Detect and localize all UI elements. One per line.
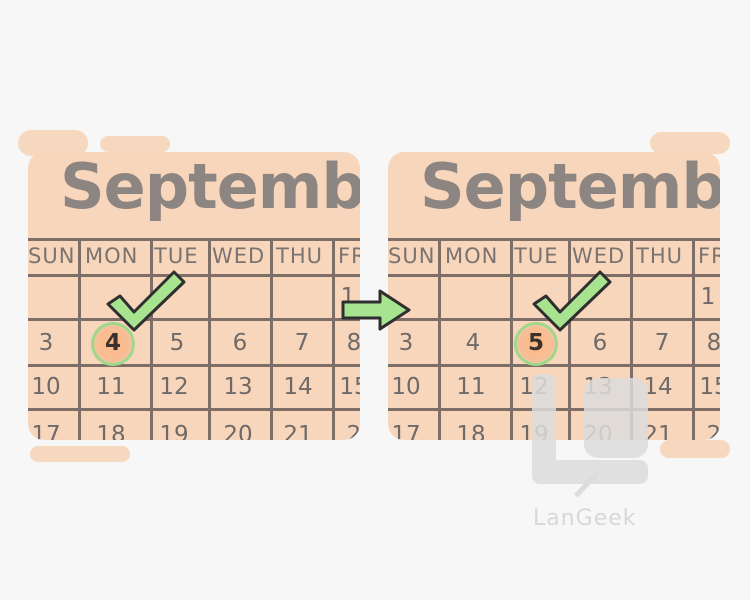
brush-stroke [660,440,730,458]
day-sun: SUN [28,244,76,268]
day-sun: SUN [388,244,436,268]
checkmark-icon [106,270,186,332]
date-10: 10 [391,374,421,400]
day-mon: MON [445,244,499,268]
date-10: 10 [31,374,61,400]
calendar-before: Septembe SUN MON TUE WED THU FR 1 3 4 5 … [28,152,360,440]
date-19: 19 [159,422,189,440]
day-fri: FR [698,244,720,268]
date-17: 17 [31,422,61,440]
date-8: 8 [706,330,720,356]
day-wed: WED [572,244,626,268]
date-13: 13 [223,374,253,400]
date-7: 7 [294,330,310,356]
date-21: 21 [283,422,313,440]
month-title: Septembe [60,152,360,223]
date-14: 14 [283,374,313,400]
date-17: 17 [391,422,421,440]
day-thu: THU [636,244,683,268]
brush-stroke [650,132,730,154]
date-6: 6 [232,330,248,356]
brush-stroke [100,136,170,152]
date-18: 18 [456,422,486,440]
date-1: 1 [700,284,716,310]
calendar-grid: SUN MON TUE WED THU FR 1 3 4 5 6 7 8 10 … [28,230,360,440]
date-12: 12 [159,374,189,400]
brush-stroke [30,446,130,462]
day-fri: FR [338,244,360,268]
date-18: 18 [96,422,126,440]
date-3: 3 [398,330,414,356]
day-mon: MON [85,244,139,268]
date-15: 15 [699,374,720,400]
date-11: 11 [96,374,126,400]
date-3: 3 [38,330,54,356]
date-20: 20 [223,422,253,440]
day-tue: TUE [514,244,559,268]
brand-name: LanGeek [533,506,637,531]
month-title: Septembe [420,152,720,223]
date-22: 2 [346,422,360,440]
date-22: 2 [706,422,720,440]
day-wed: WED [212,244,266,268]
day-tue: TUE [154,244,199,268]
arrow-right-icon [341,289,411,331]
day-thu: THU [276,244,323,268]
date-8: 8 [346,330,360,356]
date-15: 15 [339,374,360,400]
date-11: 11 [456,374,486,400]
checkmark-icon [532,270,612,332]
date-4: 4 [465,330,481,356]
langeek-logo-icon [532,374,648,498]
date-7: 7 [654,330,670,356]
